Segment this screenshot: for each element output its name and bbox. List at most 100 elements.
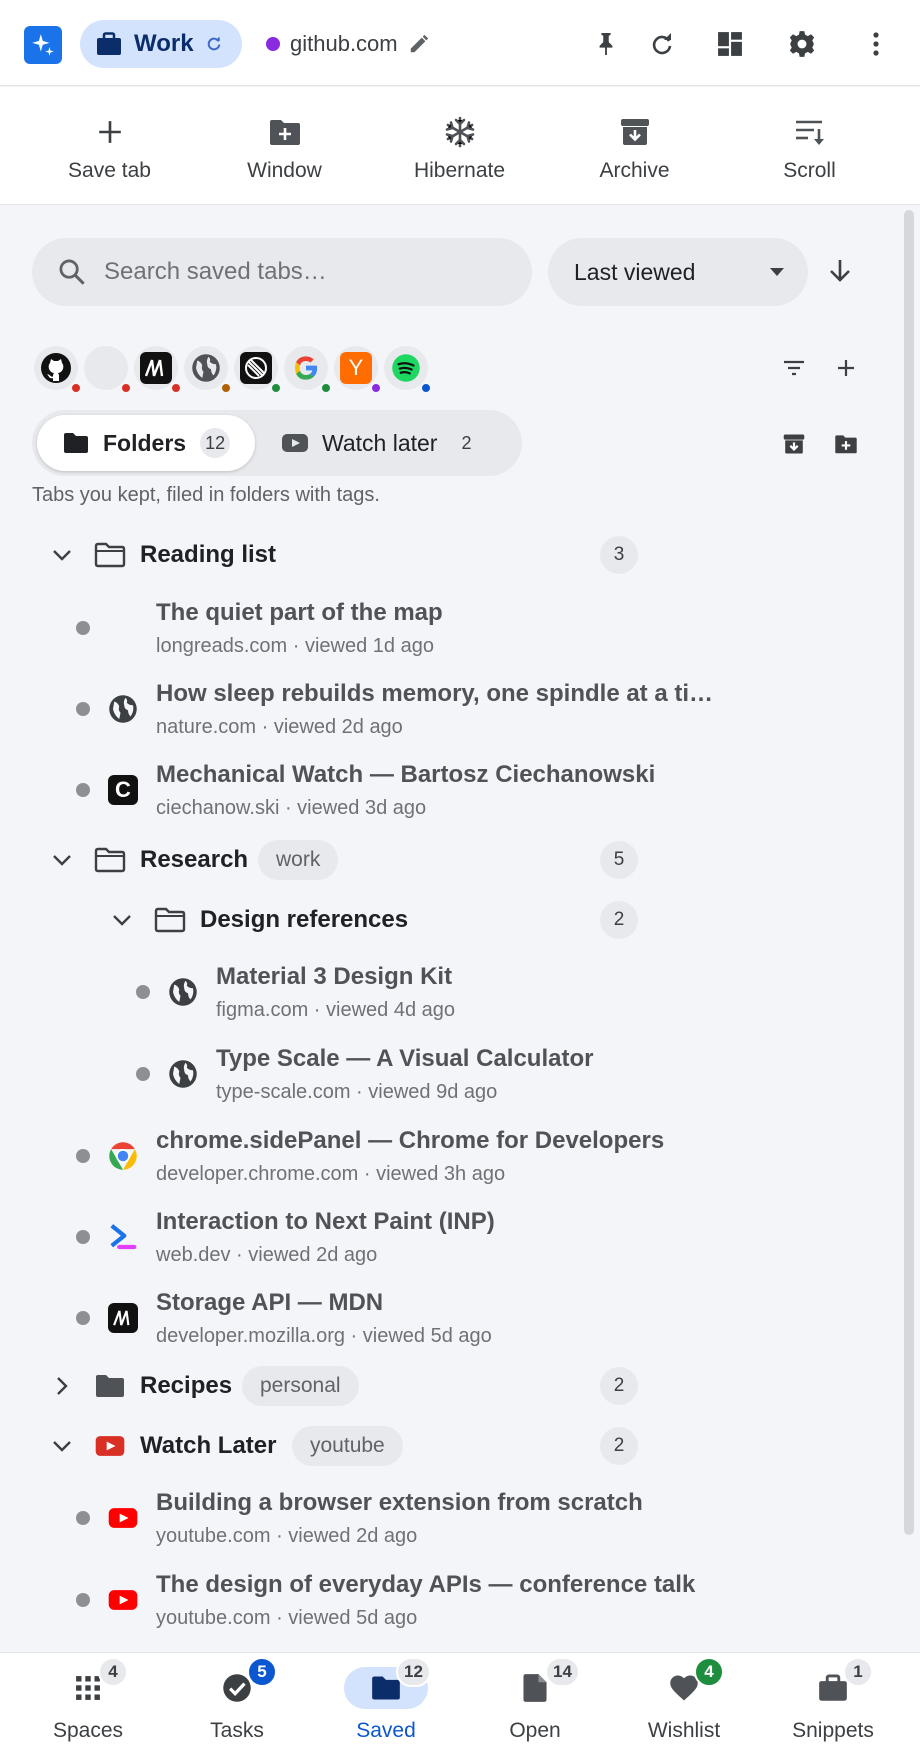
list-item[interactable]: chrome.sidePanel — Chrome for Developers… [0, 1122, 900, 1192]
folder-tag[interactable]: work [258, 840, 339, 880]
list-item[interactable]: The quiet part of the map longreads.com … [0, 594, 900, 664]
nav-spaces[interactable]: 4 Spaces [13, 1653, 163, 1760]
list-item[interactable]: Type Scale — A Visual Calculator type-sc… [0, 1040, 900, 1110]
scrollbar[interactable] [904, 210, 914, 1535]
refresh-icon[interactable] [644, 26, 680, 62]
archive-all-button[interactable] [776, 426, 812, 462]
nav-tasks[interactable]: 5 Tasks [162, 1653, 312, 1760]
list-item[interactable]: Storage API — MDN developer.mozilla.org … [0, 1284, 900, 1354]
favicon-linear[interactable] [234, 346, 282, 394]
plus-icon [97, 115, 123, 149]
bullet [76, 783, 90, 797]
view-segmented-control: Folders 12 Watch later 2 [32, 410, 522, 476]
ciechanowski-icon: C [108, 775, 138, 805]
folder-tag[interactable]: youtube [292, 1426, 403, 1466]
bullet [76, 1230, 90, 1244]
chevron-down-icon[interactable] [108, 906, 136, 934]
sort-select[interactable]: Last viewed [548, 238, 808, 306]
section-hint: Tabs you kept, filed in folders with tag… [32, 484, 380, 506]
list-item[interactable]: Material 3 Design Kit figma.com · viewed… [0, 958, 900, 1028]
youtube-icon [108, 1585, 138, 1615]
chevron-down-icon[interactable] [48, 541, 76, 569]
filter-button[interactable] [776, 350, 812, 386]
bullet [136, 985, 150, 999]
nav-badge: 1 [843, 1657, 873, 1687]
bullet [76, 1511, 90, 1525]
google-icon [295, 356, 318, 380]
folder-count: 2 [600, 1367, 638, 1405]
ycombinator-icon: Y [340, 352, 372, 384]
chevron-down-icon[interactable] [48, 1432, 76, 1460]
new-folder-button[interactable] [828, 426, 864, 462]
folder-count: 2 [600, 901, 638, 939]
folder-watch-later[interactable]: Watch Later youtube 2 [0, 1422, 900, 1470]
pin-icon[interactable] [588, 26, 624, 62]
edit-icon[interactable] [408, 33, 430, 55]
favicon-ycombinator[interactable]: Y [334, 346, 382, 394]
action-toolbar: Save tab Window Hibernate Archive Scroll [0, 87, 920, 205]
sync-icon [206, 36, 222, 52]
folder-count: 3 [600, 536, 638, 574]
favicon-mdn[interactable] [134, 346, 182, 394]
folder-icon [93, 1371, 127, 1401]
favicon-dot [120, 382, 132, 394]
list-item[interactable]: Interaction to Next Paint (INP) web.dev … [0, 1203, 900, 1273]
space-switcher[interactable]: Work [80, 20, 242, 68]
app-logo[interactable] [24, 26, 62, 64]
archive-button[interactable]: Archive [547, 87, 722, 205]
search-input[interactable] [104, 258, 504, 286]
nav-snippets[interactable]: 1 Snippets [758, 1653, 908, 1760]
plus-icon [838, 360, 854, 376]
globe-icon [168, 1059, 198, 1089]
folder-reading-list[interactable]: Reading list 3 [0, 531, 900, 579]
filter-icon [784, 360, 804, 376]
youtube-icon [108, 1503, 138, 1533]
bullet [76, 1311, 90, 1325]
hibernate-button[interactable]: Hibernate [372, 87, 547, 205]
folder-count: 2 [600, 1427, 638, 1465]
search-bar[interactable] [32, 238, 532, 306]
favicon-github[interactable] [34, 346, 82, 394]
sort-label: Last viewed [574, 258, 696, 285]
gear-icon[interactable] [784, 26, 820, 62]
favicon-spotify[interactable] [384, 346, 432, 394]
list-item[interactable]: Building a browser extension from scratc… [0, 1484, 900, 1554]
nav-wishlist[interactable]: 4 Wishlist [609, 1653, 759, 1760]
sort-direction-button[interactable] [822, 253, 858, 289]
favicon-blank[interactable] [84, 346, 132, 394]
favicon-dot [370, 382, 382, 394]
list-item[interactable]: How sleep rebuilds memory, one spindle a… [0, 675, 900, 745]
scroll-button[interactable]: Scroll [722, 87, 897, 205]
folder-design-references[interactable]: Design references 2 [0, 896, 900, 944]
nav-badge: 12 [396, 1657, 431, 1687]
sparkle-icon [32, 34, 54, 56]
nav-open[interactable]: 14 Open [460, 1653, 610, 1760]
window-button[interactable]: Window [197, 87, 372, 205]
mdn-icon [108, 1303, 138, 1333]
folder-icon [372, 1676, 400, 1700]
folder-tag[interactable]: personal [242, 1366, 359, 1406]
folder-research[interactable]: Research work 5 [0, 836, 900, 884]
space-name: Work [134, 30, 194, 57]
save-tab-button[interactable]: Save tab [22, 87, 197, 205]
layout-icon[interactable] [712, 26, 748, 62]
favicon-globe[interactable] [184, 346, 232, 394]
folder-outline-icon [93, 540, 127, 570]
webdev-icon [108, 1222, 138, 1252]
list-item[interactable]: The design of everyday APIs — conference… [0, 1566, 900, 1636]
favicon-dot [70, 382, 82, 394]
chevron-right-icon[interactable] [48, 1372, 76, 1400]
current-site[interactable]: github.com [266, 26, 430, 62]
tab-folders[interactable]: Folders 12 [37, 415, 255, 471]
globe-icon [192, 354, 220, 382]
tab-watch-later[interactable]: Watch later 2 [256, 415, 516, 471]
more-vert-icon[interactable] [858, 26, 894, 62]
folder-recipes[interactable]: Recipes personal 2 [0, 1362, 900, 1410]
nav-saved[interactable]: 12 Saved [311, 1653, 461, 1760]
favicon-google[interactable] [284, 346, 332, 394]
add-filter-button[interactable] [828, 350, 864, 386]
bullet [76, 1593, 90, 1607]
list-item[interactable]: C Mechanical Watch — Bartosz Ciechanowsk… [0, 756, 900, 826]
chevron-down-icon[interactable] [48, 846, 76, 874]
search-icon [58, 258, 86, 286]
